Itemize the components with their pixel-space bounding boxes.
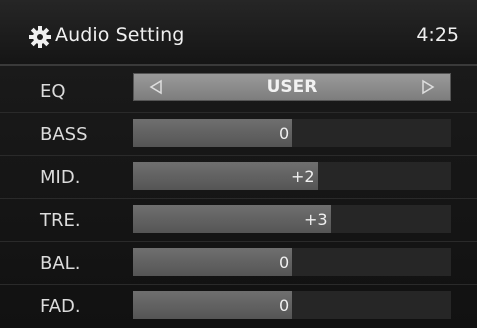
bal-value: 0 bbox=[279, 253, 290, 272]
eq-value: USER bbox=[266, 77, 318, 97]
row-eq: EQ USER bbox=[0, 70, 477, 113]
audio-setting-screen: Audio Setting 4:25 EQ USER BASS 0 MID. +… bbox=[0, 0, 477, 328]
tre-label: TRE. bbox=[40, 210, 81, 231]
mid-label: MID. bbox=[40, 167, 81, 188]
bass-label: BASS bbox=[40, 124, 88, 145]
bass-slider[interactable]: 0 bbox=[133, 119, 451, 147]
tre-value: +3 bbox=[304, 210, 328, 229]
gear-icon bbox=[29, 26, 51, 48]
bass-slider-fill bbox=[133, 119, 292, 147]
clock: 4:25 bbox=[416, 24, 459, 46]
fad-slider-fill bbox=[133, 291, 292, 319]
eq-label: EQ bbox=[40, 81, 66, 102]
row-bal: BAL. 0 bbox=[0, 242, 477, 285]
fad-label: FAD. bbox=[40, 296, 81, 317]
page-title: Audio Setting bbox=[55, 24, 185, 46]
row-fad: FAD. 0 bbox=[0, 285, 477, 328]
row-bass: BASS 0 bbox=[0, 113, 477, 156]
row-tre: TRE. +3 bbox=[0, 199, 477, 242]
row-mid: MID. +2 bbox=[0, 156, 477, 199]
bal-slider[interactable]: 0 bbox=[133, 248, 451, 276]
fad-value: 0 bbox=[279, 296, 290, 315]
triangle-right-icon[interactable] bbox=[418, 78, 438, 96]
bal-slider-fill bbox=[133, 248, 292, 276]
header-bar: Audio Setting 4:25 bbox=[0, 0, 477, 66]
mid-slider[interactable]: +2 bbox=[133, 162, 451, 190]
bass-value: 0 bbox=[279, 124, 290, 143]
eq-selector[interactable]: USER bbox=[133, 73, 451, 101]
fad-slider[interactable]: 0 bbox=[133, 291, 451, 319]
mid-value: +2 bbox=[291, 167, 315, 186]
bal-label: BAL. bbox=[40, 253, 81, 274]
tre-slider-fill bbox=[133, 205, 331, 233]
tre-slider[interactable]: +3 bbox=[133, 205, 451, 233]
